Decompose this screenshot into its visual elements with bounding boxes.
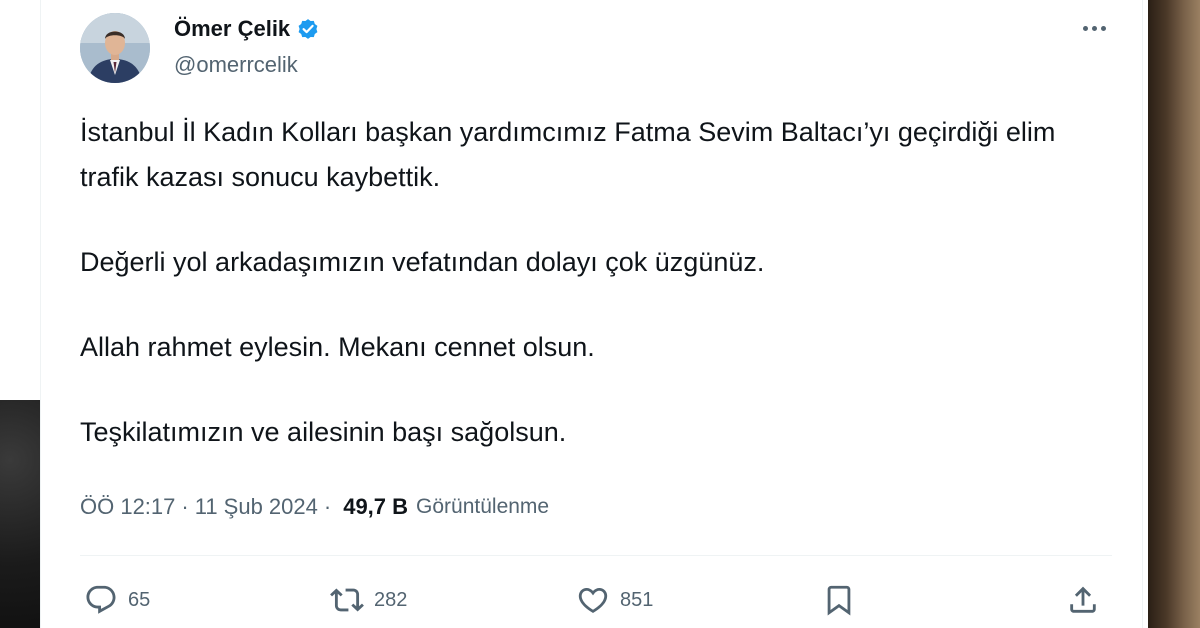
more-options-icon[interactable] — [1078, 14, 1110, 42]
tweet-date[interactable]: 11 Şub 2024 — [195, 494, 318, 520]
background-photo-right — [1148, 0, 1200, 628]
tweet-paragraph: İstanbul İl Kadın Kolları başkan yardımc… — [80, 117, 1056, 192]
share-button[interactable] — [1066, 578, 1100, 622]
meta-separator: · — [181, 494, 189, 519]
bookmark-icon — [827, 585, 851, 616]
divider — [80, 555, 1112, 556]
repost-button[interactable]: 282 — [330, 578, 407, 622]
author-handle[interactable]: @omerrcelik — [174, 52, 298, 78]
reply-button[interactable]: 65 — [84, 578, 150, 622]
avatar[interactable] — [80, 13, 150, 83]
tweet-meta: ÖÖ 12:17 · 11 Şub 2024 · 49,7 B Görüntül… — [80, 492, 549, 522]
author-name[interactable]: Ömer Çelik — [174, 16, 290, 42]
like-icon — [578, 587, 608, 613]
like-count: 851 — [620, 588, 654, 611]
like-button[interactable]: 851 — [576, 578, 653, 622]
reply-count: 65 — [128, 588, 151, 611]
tweet-paragraph: Allah rahmet eylesin. Mekanı cennet olsu… — [80, 332, 595, 362]
tweet-time[interactable]: ÖÖ 12:17 — [80, 494, 175, 520]
verified-badge-icon — [296, 17, 320, 41]
views-label[interactable]: Görüntülenme — [416, 495, 549, 519]
author-name-row[interactable]: Ömer Çelik — [174, 14, 320, 44]
meta-separator: · — [323, 494, 332, 519]
tweet-paragraph: Teşkilatımızın ve ailesinin başı sağolsu… — [80, 417, 567, 447]
tweet-text: İstanbul İl Kadın Kolları başkan yardımc… — [80, 110, 1080, 455]
bookmark-button[interactable] — [822, 578, 856, 622]
views-count[interactable]: 49,7 B — [343, 494, 408, 520]
tweet-paragraph: Değerli yol arkadaşımızın vefatından dol… — [80, 247, 765, 277]
repost-icon — [330, 588, 364, 612]
reply-icon — [86, 585, 116, 614]
action-bar: 65 282 851 — [80, 578, 1112, 622]
share-icon — [1070, 586, 1096, 613]
repost-count: 282 — [374, 588, 408, 611]
